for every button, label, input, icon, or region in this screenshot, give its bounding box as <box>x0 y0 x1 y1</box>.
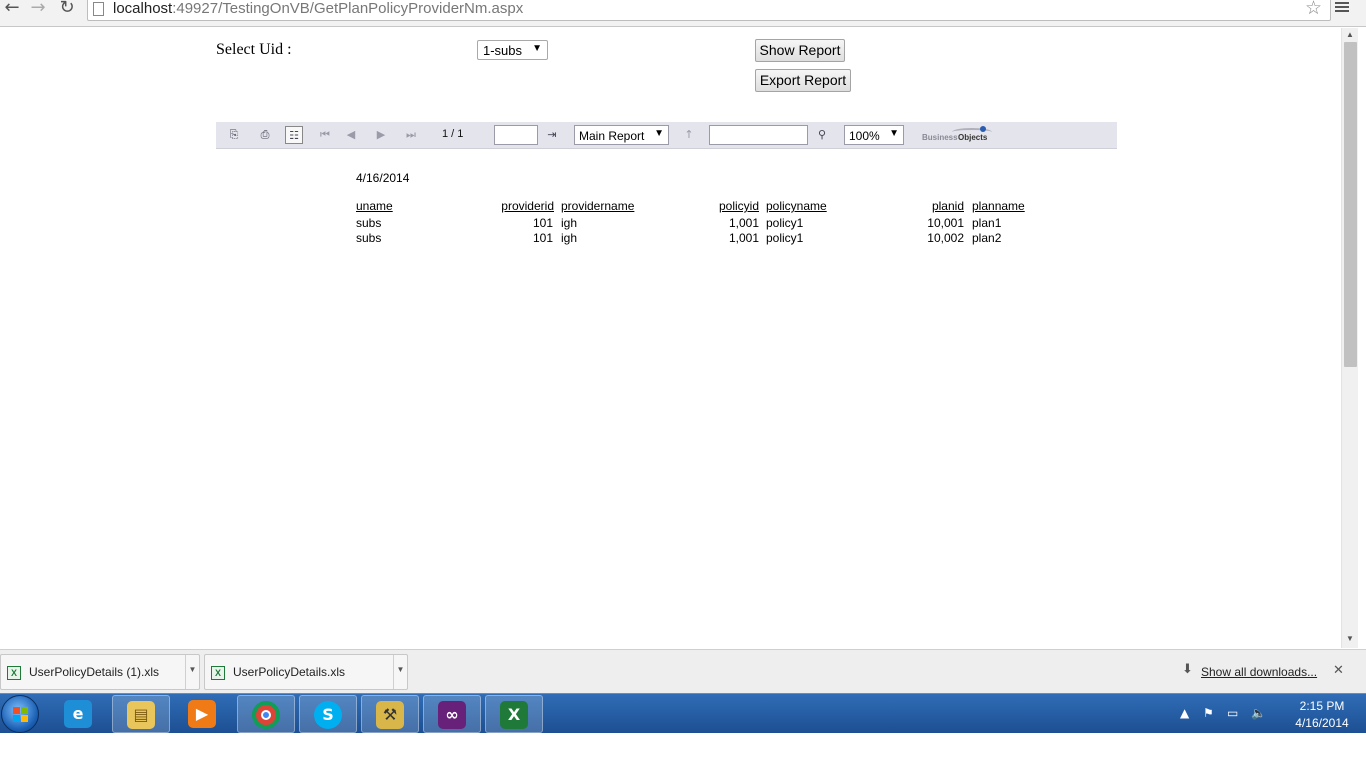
volume-icon[interactable]: 🔈 <box>1251 706 1266 720</box>
bottom-blank-area <box>0 733 1366 768</box>
chrome-taskbar-icon[interactable] <box>237 695 295 733</box>
table-cell-policyname: policy1 <box>766 231 804 245</box>
page-icon <box>93 2 104 16</box>
back-arrow-icon[interactable]: ← <box>2 0 22 18</box>
skype-taskbar-icon[interactable]: S <box>299 695 357 733</box>
column-header-providerid: providerid <box>501 199 554 213</box>
clock-date[interactable]: 4/16/2014 <box>1287 716 1357 730</box>
download-options-caret-icon[interactable]: ▼ <box>393 655 407 689</box>
report-body: 4/16/2014 uname providerid providername … <box>0 28 1341 648</box>
column-header-planname: planname <box>972 199 1025 213</box>
page-content: Select Uid : 1-subs ▼ Show Report Export… <box>0 28 1341 648</box>
column-header-planid: planid <box>931 199 964 213</box>
reload-icon[interactable]: ↻ <box>57 0 77 18</box>
browser-menu-icon[interactable] <box>1335 0 1349 14</box>
table-cell-policyname: policy1 <box>766 216 804 230</box>
network-icon[interactable]: ▭ <box>1227 706 1238 720</box>
download-item[interactable]: X UserPolicyDetails.xls ▼ <box>204 654 408 690</box>
download-item[interactable]: X UserPolicyDetails (1).xls ▼ <box>0 654 200 690</box>
windows-taskbar: e ▤ ▶ S ⚒ ∞ X ▲ ⚑ ▭ 🔈 2:15 PM 4/16/2014 <box>0 693 1366 733</box>
scroll-up-arrow-icon[interactable]: ▲ <box>1346 30 1354 39</box>
system-tray: ▲ ⚑ ▭ 🔈 2:15 PM 4/16/2014 <box>1175 694 1366 734</box>
media-player-taskbar-icon[interactable]: ▶ <box>174 695 232 733</box>
visual-studio-taskbar-icon[interactable]: ∞ <box>423 695 481 733</box>
show-all-downloads-link[interactable]: Show all downloads... <box>1201 665 1317 679</box>
column-header-policyid: policyid <box>718 199 759 213</box>
table-cell-planname: plan1 <box>972 216 1002 230</box>
table-cell-policyid: 1,001 <box>728 231 759 245</box>
column-header-providername: providername <box>561 199 635 213</box>
scroll-down-arrow-icon[interactable]: ▼ <box>1346 634 1354 643</box>
start-button[interactable] <box>1 695 39 733</box>
table-cell-planname: plan2 <box>972 231 1002 245</box>
table-cell-policyid: 1,001 <box>728 216 759 230</box>
table-cell-uname: subs <box>356 216 382 230</box>
address-bar[interactable]: localhost:49927/TestingOnVB/GetPlanPolic… <box>87 0 1331 21</box>
download-arrow-icon: ⬇ <box>1182 662 1193 677</box>
excel-file-icon: X <box>211 666 225 680</box>
download-options-caret-icon[interactable]: ▼ <box>185 655 199 689</box>
table-cell-providername: igh <box>561 216 578 230</box>
table-cell-providerid: 101 <box>532 216 553 230</box>
bookmark-star-icon[interactable]: ☆ <box>1305 0 1322 19</box>
url-host: localhost <box>113 0 173 17</box>
vertical-scrollbar[interactable]: ▲ ▼ <box>1341 28 1358 648</box>
action-center-icon[interactable]: ⚑ <box>1203 706 1214 720</box>
table-cell-planid: 10,002 <box>927 231 964 245</box>
browser-toolbar: ← → ↻ localhost:49927/TestingOnVB/GetPla… <box>0 0 1366 27</box>
sql-tool-taskbar-icon[interactable]: ⚒ <box>361 695 419 733</box>
column-header-policyname: policyname <box>766 199 827 213</box>
clock-time[interactable]: 2:15 PM <box>1287 699 1357 713</box>
windows-logo-icon <box>13 707 29 723</box>
table-cell-providername: igh <box>561 231 578 245</box>
show-hidden-icons-icon[interactable]: ▲ <box>1180 706 1189 720</box>
table-cell-planid: 10,001 <box>927 216 964 230</box>
close-icon[interactable]: ✕ <box>1333 663 1344 678</box>
report-date: 4/16/2014 <box>356 171 410 185</box>
file-explorer-taskbar-icon[interactable]: ▤ <box>112 695 170 733</box>
forward-arrow-icon[interactable]: → <box>28 0 48 18</box>
download-item-name: UserPolicyDetails.xls <box>233 665 346 679</box>
excel-file-icon: X <box>7 666 21 680</box>
column-header-uname: uname <box>356 199 393 213</box>
table-cell-providerid: 101 <box>532 231 553 245</box>
excel-taskbar-icon[interactable]: X <box>485 695 543 733</box>
internet-explorer-taskbar-icon[interactable]: e <box>50 695 108 733</box>
url-path: :49927/TestingOnVB/GetPlanPolicyProvider… <box>172 0 524 17</box>
scrollbar-thumb[interactable] <box>1344 42 1357 367</box>
download-item-name: UserPolicyDetails (1).xls <box>29 665 160 679</box>
download-shelf: X UserPolicyDetails (1).xls ▼ X UserPoli… <box>0 649 1366 693</box>
table-cell-uname: subs <box>356 231 382 245</box>
url-text: localhost:49927/TestingOnVB/GetPlanPolic… <box>113 0 523 17</box>
